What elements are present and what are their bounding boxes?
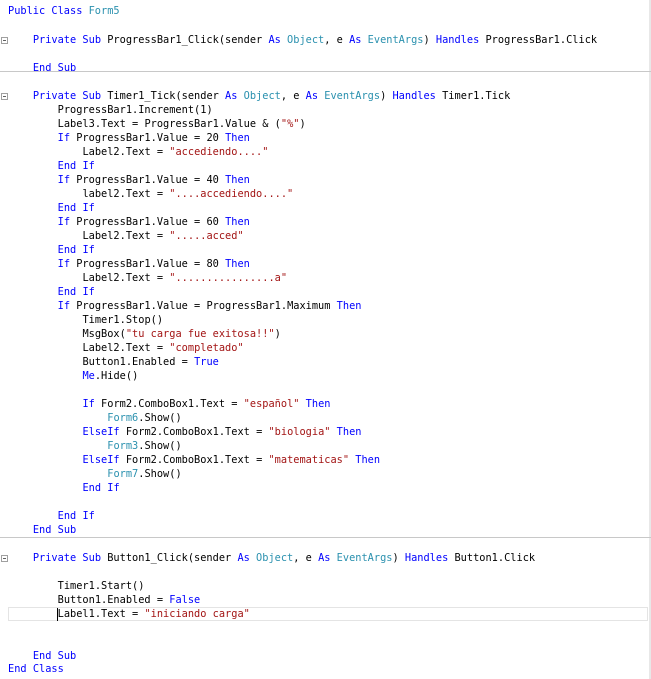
code-line[interactable]: Label3.Text = ProgressBar1.Value & ("%")	[0, 117, 651, 131]
code-line-text: Label2.Text = ".....acced"	[82, 230, 244, 242]
code-line[interactable]: Form7.Show()	[0, 467, 651, 481]
code-line-text: Private Sub Timer1_Tick(sender As Object…	[32, 90, 511, 102]
code-line[interactable]: Form6.Show()	[0, 411, 651, 425]
code-line[interactable]: If ProgressBar1.Value = 80 Then	[0, 257, 651, 271]
code-line-text: MsgBox("tu carga fue exitosa!!")	[82, 328, 281, 340]
code-line[interactable]: Label2.Text = "................a"	[0, 271, 651, 285]
code-line[interactable]: If ProgressBar1.Value = 20 Then	[0, 131, 651, 145]
collapse-icon[interactable]	[1, 555, 8, 562]
code-line[interactable]: ProgressBar1.Increment(1)	[0, 103, 651, 117]
code-editor[interactable]: Public Class Form5 Private Sub ProgressB…	[0, 0, 651, 679]
code-line-text: Form6.Show()	[107, 412, 182, 424]
code-line-text: Label2.Text = "accediendo...."	[82, 146, 269, 158]
code-line-text: End If	[57, 244, 95, 256]
code-line[interactable]: End If	[0, 159, 651, 173]
code-line[interactable]	[0, 18, 651, 32]
code-line[interactable]: Private Sub ProgressBar1_Click(sender As…	[0, 33, 651, 47]
code-line[interactable]: End If	[0, 243, 651, 257]
code-line-text: End Sub	[32, 650, 77, 662]
code-line[interactable]	[0, 47, 651, 61]
code-line-text: If ProgressBar1.Value = 60 Then	[57, 216, 250, 228]
code-line-text: End Class	[8, 663, 64, 675]
code-line-text: label2.Text = "....accediendo...."	[82, 188, 294, 200]
code-line[interactable]: Label1.Text = "iniciando carga"	[0, 607, 651, 621]
code-line-text: Button1.Enabled = False	[57, 594, 201, 606]
code-line-text: Button1.Enabled = True	[82, 356, 219, 368]
code-line-text: ElseIf Form2.ComboBox1.Text = "matematic…	[82, 454, 381, 466]
code-line-text: Label1.Text = "iniciando carga"	[57, 608, 250, 620]
code-line[interactable]: Label2.Text = ".....acced"	[0, 229, 651, 243]
code-line[interactable]: Me.Hide()	[0, 369, 651, 383]
code-line-text: If ProgressBar1.Value = 40 Then	[57, 174, 250, 186]
code-line[interactable]: Private Sub Timer1_Tick(sender As Object…	[0, 89, 651, 103]
code-line-text: Label2.Text = "................a"	[82, 272, 288, 284]
code-line[interactable]: Form3.Show()	[0, 439, 651, 453]
code-line[interactable]: Private Sub Button1_Click(sender As Obje…	[0, 551, 651, 565]
code-line-text: If ProgressBar1.Value = ProgressBar1.Max…	[57, 300, 362, 312]
collapse-icon[interactable]	[1, 37, 8, 44]
code-line[interactable]: Timer1.Stop()	[0, 313, 651, 327]
code-line[interactable]: End Sub	[0, 649, 651, 663]
code-line-text: Form7.Show()	[107, 468, 182, 480]
code-line[interactable]	[0, 635, 651, 649]
code-line-text: Form3.Show()	[107, 440, 182, 452]
code-line[interactable]: Label2.Text = "completado"	[0, 341, 651, 355]
code-line[interactable]: End If	[0, 509, 651, 523]
code-line-text: End If	[57, 202, 95, 214]
code-line[interactable]: End If	[0, 481, 651, 495]
code-line[interactable]: Button1.Enabled = False	[0, 593, 651, 607]
code-line-text: End If	[82, 482, 120, 494]
code-line[interactable]: ElseIf Form2.ComboBox1.Text = "matematic…	[0, 453, 651, 467]
code-line-text: Label2.Text = "completado"	[82, 342, 244, 354]
code-line[interactable]: Public Class Form5	[0, 4, 651, 18]
code-line-text: End If	[57, 160, 95, 172]
code-line-text: ElseIf Form2.ComboBox1.Text = "biologia"…	[82, 426, 362, 438]
collapse-icon[interactable]	[1, 93, 8, 100]
code-line-text: If ProgressBar1.Value = 20 Then	[57, 132, 250, 144]
code-line[interactable]: End Sub	[0, 61, 651, 75]
code-line-text: ProgressBar1.Increment(1)	[57, 104, 213, 116]
code-line[interactable]: If ProgressBar1.Value = 60 Then	[0, 215, 651, 229]
code-line[interactable]: MsgBox("tu carga fue exitosa!!")	[0, 327, 651, 341]
code-line-text: If Form2.ComboBox1.Text = "español" Then	[82, 398, 331, 410]
code-line-text: End If	[57, 286, 95, 298]
code-line-text: Timer1.Start()	[57, 580, 145, 592]
code-line[interactable]	[0, 495, 651, 509]
code-line-text: Label3.Text = ProgressBar1.Value & ("%")	[57, 118, 306, 130]
code-line[interactable]: Button1.Enabled = True	[0, 355, 651, 369]
code-line[interactable]: ElseIf Form2.ComboBox1.Text = "biologia"…	[0, 425, 651, 439]
code-line[interactable]	[0, 75, 651, 89]
code-line-text: If ProgressBar1.Value = 80 Then	[57, 258, 250, 270]
code-line-text: Private Sub Button1_Click(sender As Obje…	[32, 552, 536, 564]
code-line[interactable]: If Form2.ComboBox1.Text = "español" Then	[0, 397, 651, 411]
code-line-text: End Sub	[32, 524, 77, 536]
code-line[interactable]: Label2.Text = "accediendo...."	[0, 145, 651, 159]
code-line[interactable]	[0, 565, 651, 579]
code-line[interactable]: End If	[0, 201, 651, 215]
code-line[interactable]: End Class	[0, 662, 651, 676]
code-line[interactable]: End Sub	[0, 523, 651, 537]
code-line-text: Private Sub ProgressBar1_Click(sender As…	[32, 34, 598, 46]
code-line[interactable]: If ProgressBar1.Value = 40 Then	[0, 173, 651, 187]
code-line-text: End If	[57, 510, 95, 522]
code-line[interactable]: label2.Text = "....accediendo...."	[0, 187, 651, 201]
code-line-text: Timer1.Stop()	[82, 314, 164, 326]
code-line[interactable]: Timer1.Start()	[0, 579, 651, 593]
code-line-text: End Sub	[32, 62, 77, 74]
code-line[interactable]: End If	[0, 285, 651, 299]
code-line[interactable]	[0, 621, 651, 635]
code-line[interactable]	[0, 537, 651, 551]
code-line-text: Me.Hide()	[82, 370, 139, 382]
code-line-text: Public Class Form5	[8, 5, 120, 17]
text-caret	[57, 608, 58, 621]
code-line[interactable]: If ProgressBar1.Value = ProgressBar1.Max…	[0, 299, 651, 313]
code-line[interactable]	[0, 383, 651, 397]
